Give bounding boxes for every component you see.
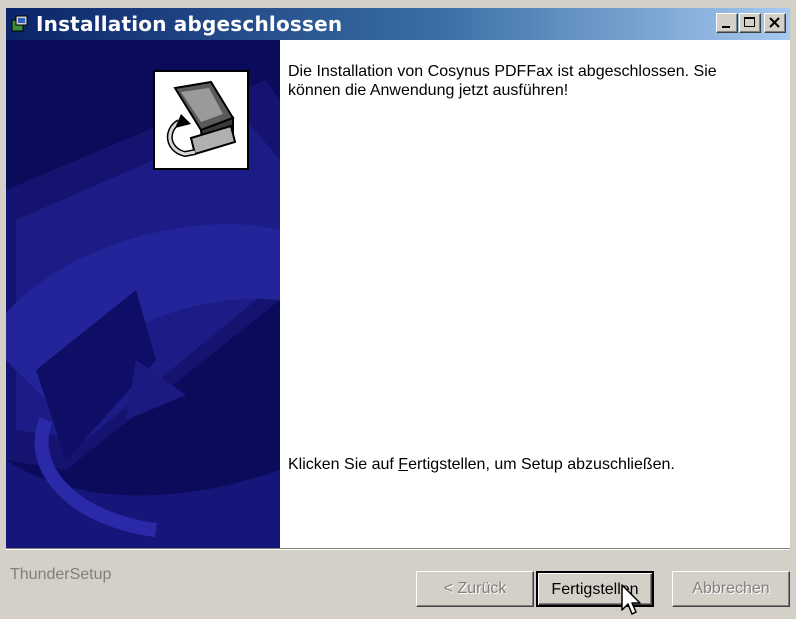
footer-divider [6, 548, 790, 550]
setup-logo [153, 70, 249, 170]
finish-instruction: Klicken Sie auf Fertigstellen, um Setup … [288, 455, 778, 474]
setup-window: Installation abgeschlossen Die Installat… [0, 0, 796, 619]
completion-message: Die Installation von Cosynus PDFFax ist … [288, 63, 717, 99]
close-icon [769, 17, 780, 28]
maximize-icon [744, 17, 755, 27]
finish-instruction-mnemonic: F [398, 456, 409, 473]
finish-instruction-rest: ertigstellen, um Setup abzuschließen. [408, 456, 675, 473]
installer-brand-label: ThunderSetup [10, 566, 112, 583]
minimize-icon [722, 26, 730, 28]
wizard-client-area: Die Installation von Cosynus PDFFax ist … [6, 40, 790, 548]
finish-instruction-prefix: Klicken Sie auf [288, 456, 399, 473]
minimize-button[interactable] [716, 13, 738, 33]
setup-app-icon [10, 14, 30, 34]
installer-computer-icon [167, 80, 237, 158]
maximize-button[interactable] [739, 13, 761, 33]
cancel-button[interactable]: Abbrechen [672, 571, 790, 607]
window-title: Installation abgeschlossen [36, 12, 343, 36]
mouse-cursor-icon [621, 584, 641, 615]
back-button[interactable]: < Zurück [416, 571, 534, 607]
close-button[interactable] [764, 13, 786, 33]
title-bar[interactable]: Installation abgeschlossen [6, 8, 790, 40]
wizard-banner [6, 40, 280, 548]
